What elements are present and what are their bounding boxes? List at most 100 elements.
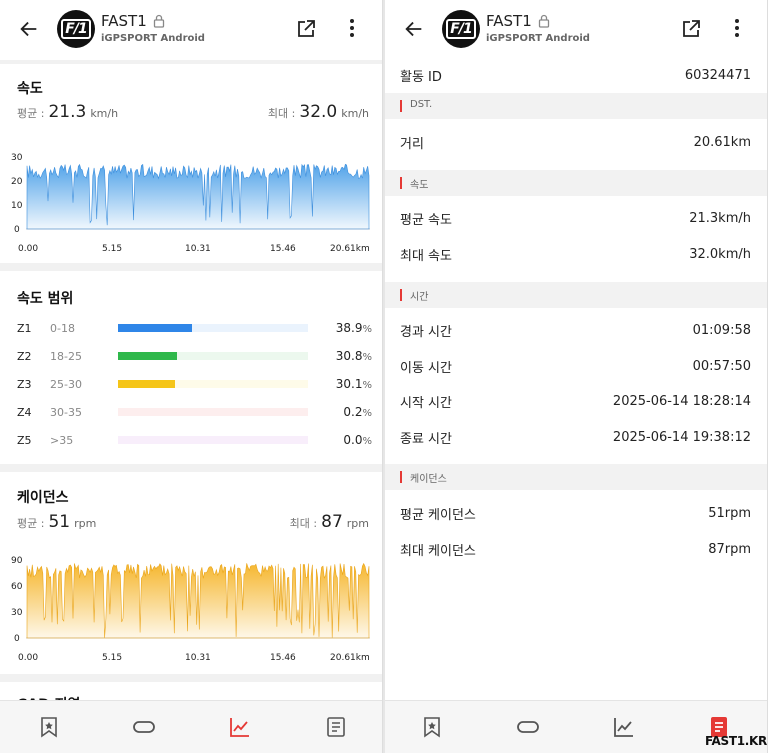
x-tick: 5.15 (102, 653, 122, 663)
x-tick: 10.31 (185, 653, 211, 663)
zone-row-z5: Z5 >35 0.0% (17, 432, 372, 448)
row-label: 최대 속도 (400, 248, 452, 264)
row-label: 거리 (400, 136, 424, 152)
nav-chart-icon[interactable] (612, 715, 636, 739)
share-icon[interactable] (296, 19, 316, 39)
row-value: 2025-06-14 18:28:14 (612, 393, 751, 409)
zone-percent: 0.2% (343, 405, 372, 419)
zone-id: Z1 (17, 321, 32, 335)
elapsed-time-row: 경과 시간 01:09:58 (400, 320, 751, 340)
x-tick: 20.61km (330, 653, 370, 663)
max-speed-row: 최대 속도 32.0km/h (400, 244, 751, 264)
row-value: 20.61km (693, 134, 751, 150)
zone-range: 18-25 (50, 349, 82, 363)
watermark: FAST1.KR (705, 734, 767, 748)
row-label: 종료 시간 (400, 431, 452, 447)
zone-row-z2: Z2 18-25 30.8% (17, 348, 372, 364)
zone-id: Z2 (17, 349, 32, 363)
zone-percent: 30.8% (335, 349, 372, 363)
end-time-row: 종료 시간 2025-06-14 19:38:12 (400, 427, 751, 447)
distance-row: 거리 20.61km (400, 132, 751, 152)
section-speed: 속도 (385, 170, 767, 196)
speed-zone-card: 속도 범위 Z1 0-18 38.9% Z2 18-25 30.8% Z3 25-30 30.1… (0, 271, 382, 464)
zone-range: 25-30 (50, 377, 82, 391)
x-axis-ticks: 0.00 5.15 10.31 15.46 20.61km (18, 653, 370, 663)
back-arrow-icon[interactable] (403, 18, 425, 40)
app-logo: F/1 (442, 10, 480, 48)
app-header: F/1 FAST1 iGPSPORT Android (385, 0, 767, 60)
row-value: 21.3km/h (689, 210, 751, 226)
zone-track (118, 352, 308, 360)
nav-chart-icon[interactable] (228, 715, 252, 739)
x-tick: 0.00 (18, 653, 38, 663)
zone-range: 0-18 (50, 321, 75, 335)
zone-fill (118, 352, 177, 360)
cadence-max: 최대 : 87 rpm (289, 512, 369, 532)
zone-track (118, 324, 308, 332)
zone-percent: 0.0% (343, 433, 372, 447)
avg-speed-row: 평균 속도 21.3km/h (400, 208, 751, 228)
cadence-area (26, 562, 370, 639)
row-label: 최대 케이던스 (400, 543, 476, 559)
speed-card: 속도 평균 : 21.3 km/h 최대 : 32.0 km/h 30 20 1… (0, 64, 382, 263)
y-tick: 60 (11, 582, 23, 592)
cadence-average: 평균 : 51 rpm (17, 512, 97, 532)
row-value: 00:57:50 (692, 358, 751, 374)
zone-track (118, 408, 308, 416)
zone-track (118, 380, 308, 388)
zone-row-z1: Z1 0-18 38.9% (17, 320, 372, 336)
nav-detail-icon[interactable] (324, 715, 348, 739)
app-header: F/1 FAST1 iGPSPORT Android (0, 0, 382, 60)
cad-zone-card: CAD 지역 (0, 682, 382, 713)
nav-bookmark-icon[interactable] (37, 715, 61, 739)
more-menu-icon[interactable] (729, 17, 745, 39)
more-menu-icon[interactable] (344, 17, 360, 39)
activity-id-row: 활동 ID 60324471 (400, 65, 751, 85)
y-tick: 0 (14, 634, 20, 644)
share-icon[interactable] (681, 19, 701, 39)
zone-row-z3: Z3 25-30 30.1% (17, 376, 372, 392)
max-cadence-row: 최대 케이던스 87rpm (400, 539, 751, 559)
avg-cadence-row: 평균 케이던스 51rpm (400, 503, 751, 523)
nav-bookmark-icon[interactable] (420, 715, 444, 739)
y-axis-ticks: 30 20 10 0 (11, 153, 23, 235)
zone-row-z4: Z4 30-35 0.2% (17, 404, 372, 420)
nav-route-icon[interactable] (132, 715, 156, 739)
lock-icon (153, 14, 165, 28)
zone-fill (118, 380, 175, 388)
section-cadence: 케이던스 (385, 464, 767, 490)
app-subtitle: iGPSPORT Android (101, 33, 205, 44)
x-tick: 20.61km (330, 244, 370, 254)
zone-id: Z4 (17, 405, 32, 419)
x-tick: 15.46 (270, 653, 296, 663)
row-label: 이동 시간 (400, 360, 452, 376)
zone-percent: 38.9% (335, 321, 372, 335)
cadence-card-title: 케이던스 (17, 490, 69, 506)
y-axis-ticks: 90 60 30 0 (11, 556, 23, 644)
x-axis-ticks: 0.00 5.15 10.31 15.46 20.61km (18, 244, 370, 254)
speed-area (26, 163, 370, 230)
row-label: 시작 시간 (400, 395, 452, 411)
row-value: 2025-06-14 19:38:12 (612, 429, 751, 445)
y-tick: 0 (14, 225, 20, 235)
cadence-chart: 90 60 30 0 0.00 5.15 10.31 15.46 20.61km (11, 556, 370, 663)
x-tick: 10.31 (185, 244, 211, 254)
row-value: 87rpm (708, 541, 751, 557)
x-tick: 15.46 (270, 244, 296, 254)
speed-zone-title: 속도 범위 (17, 291, 74, 307)
left-screen-charts: F/1 FAST1 iGPSPORT Android 속도 평균 : 21.3 … (0, 0, 383, 753)
app-logo: F/1 (57, 10, 95, 48)
speed-chart: 30 20 10 0 0.00 5.15 10.31 15.46 20.61km (11, 153, 370, 254)
zone-id: Z3 (17, 377, 32, 391)
back-arrow-icon[interactable] (18, 18, 40, 40)
zone-percent: 30.1% (335, 377, 372, 391)
row-value: 51rpm (708, 505, 751, 521)
y-tick: 30 (11, 608, 23, 618)
row-value: 60324471 (684, 67, 751, 83)
zone-track (118, 436, 308, 444)
row-label: 경과 시간 (400, 324, 452, 340)
row-label: 활동 ID (400, 69, 442, 85)
zone-fill (118, 324, 192, 332)
zone-id: Z5 (17, 433, 32, 447)
nav-route-icon[interactable] (516, 715, 540, 739)
